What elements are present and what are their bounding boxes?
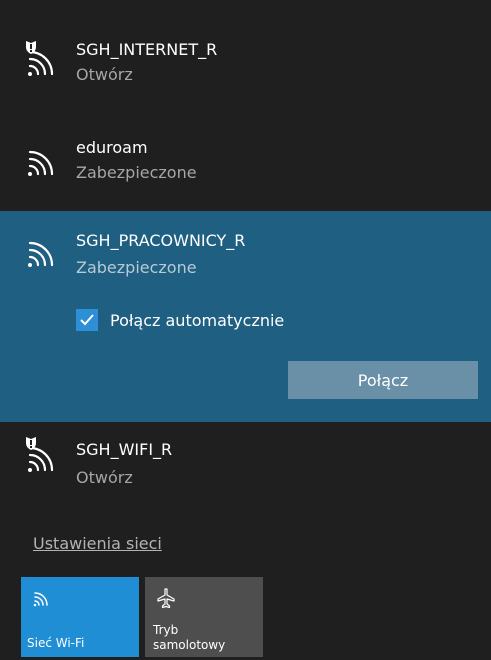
wifi-icon <box>31 587 53 609</box>
checkmark-icon[interactable] <box>76 309 98 331</box>
wifi-tile-label: Sieć Wi-Fi <box>27 636 85 650</box>
network-name: SGH_INTERNET_R <box>76 40 218 59</box>
airplane-tile-label-line2: samolotowy <box>153 638 226 652</box>
airplane-tile-label: Tryb samolotowy <box>153 623 253 653</box>
airplane-mode-tile[interactable]: Tryb samolotowy <box>145 577 263 657</box>
airplane-tile-label-line1: Tryb <box>153 623 179 637</box>
wifi-open-shield-icon <box>22 436 62 476</box>
network-item-sgh-internet-r[interactable]: SGH_INTERNET_R Otwórz <box>0 28 491 108</box>
airplane-icon <box>155 587 177 609</box>
auto-connect-label: Połącz automatycznie <box>110 310 285 330</box>
network-item-sgh-wifi-r[interactable]: SGH_WIFI_R Otwórz <box>0 426 491 506</box>
network-item-sgh-pracownicy-r[interactable]: SGH_PRACOWNICY_R Zabezpieczone Połącz au… <box>0 211 491 422</box>
wifi-icon <box>22 231 62 271</box>
network-name: SGH_WIFI_R <box>76 440 173 459</box>
network-status: Otwórz <box>76 468 133 487</box>
network-status: Otwórz <box>76 65 133 84</box>
network-status: Zabezpieczone <box>76 258 197 277</box>
network-item-eduroam[interactable]: eduroam Zabezpieczone <box>0 118 491 198</box>
network-settings-link[interactable]: Ustawienia sieci <box>33 534 162 553</box>
auto-connect-checkbox[interactable]: Połącz automatycznie <box>76 307 284 333</box>
wifi-open-shield-icon <box>22 40 62 80</box>
wifi-icon <box>22 140 62 180</box>
network-name: eduroam <box>76 138 148 157</box>
network-name: SGH_PRACOWNICY_R <box>76 231 246 250</box>
network-status: Zabezpieczone <box>76 163 197 182</box>
wifi-toggle-tile[interactable]: Sieć Wi-Fi <box>21 577 139 657</box>
connect-button[interactable]: Połącz <box>288 361 478 399</box>
